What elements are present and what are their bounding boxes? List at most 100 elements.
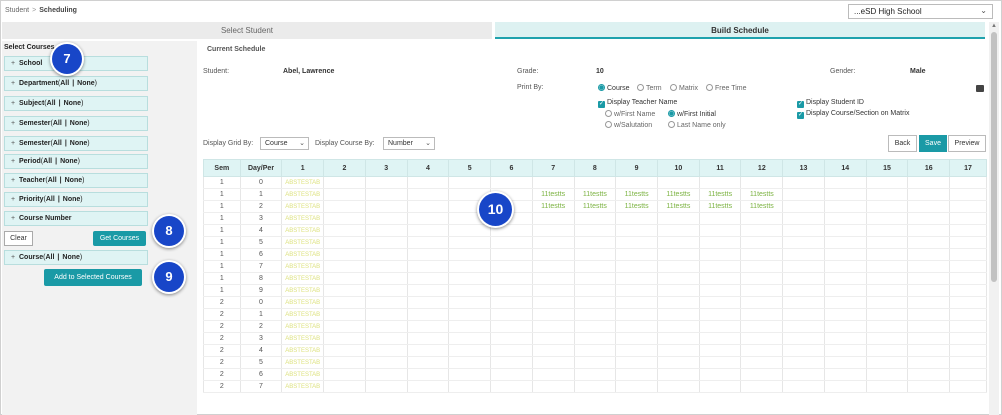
tab-build-schedule[interactable]: Build Schedule	[495, 22, 985, 39]
schedule-cell[interactable]	[782, 284, 825, 297]
schedule-cell[interactable]	[907, 368, 951, 381]
schedule-cell[interactable]	[323, 176, 366, 189]
schedule-cell[interactable]	[323, 260, 366, 273]
schedule-cell[interactable]	[448, 224, 492, 237]
schedule-cell[interactable]	[865, 368, 909, 381]
schedule-cell[interactable]	[615, 212, 658, 225]
schedule-cell[interactable]	[782, 320, 825, 333]
schedule-cell[interactable]	[782, 356, 825, 369]
schedule-cell[interactable]	[782, 236, 825, 249]
filter-all-option[interactable]: All	[46, 196, 55, 203]
schedule-cell[interactable]	[656, 284, 700, 297]
print-by-free-time-radio[interactable]: Free Time	[706, 84, 747, 92]
schedule-cell[interactable]	[364, 356, 408, 369]
teacher-last-name-only-radio[interactable]: Last Name only	[668, 121, 726, 129]
schedule-cell[interactable]: ABSTESTAB	[281, 248, 325, 261]
filter-all-option[interactable]: All	[47, 100, 56, 107]
filter-none-option[interactable]: None	[77, 80, 95, 87]
schedule-cell[interactable]	[448, 320, 492, 333]
filter-none-option[interactable]: None	[63, 196, 81, 203]
schedule-cell[interactable]	[949, 248, 987, 261]
schedule-cell[interactable]	[949, 188, 987, 201]
schedule-cell[interactable]	[615, 356, 658, 369]
schedule-cell[interactable]	[531, 296, 575, 309]
filter-none-option[interactable]: None	[62, 254, 80, 261]
schedule-cell[interactable]	[364, 308, 408, 321]
schedule-cell[interactable]	[949, 344, 987, 357]
schedule-cell[interactable]	[698, 368, 742, 381]
schedule-cell[interactable]	[490, 236, 533, 249]
schedule-cell[interactable]	[865, 344, 909, 357]
course-by-select[interactable]: Number ⌄	[383, 137, 435, 150]
schedule-cell[interactable]	[531, 236, 575, 249]
schedule-cell[interactable]	[698, 344, 742, 357]
save-button[interactable]: Save	[919, 135, 947, 152]
schedule-cell[interactable]	[949, 320, 987, 333]
schedule-cell[interactable]	[573, 236, 617, 249]
schedule-cell[interactable]	[615, 224, 658, 237]
schedule-cell[interactable]	[406, 356, 450, 369]
schedule-cell[interactable]	[656, 176, 700, 189]
schedule-cell[interactable]	[698, 356, 742, 369]
schedule-cell[interactable]	[740, 368, 784, 381]
schedule-cell[interactable]	[323, 284, 366, 297]
schedule-cell[interactable]	[531, 320, 575, 333]
schedule-cell[interactable]	[406, 236, 450, 249]
schedule-cell[interactable]: ABSTESTAB	[281, 200, 325, 213]
schedule-cell[interactable]	[364, 188, 408, 201]
schedule-cell[interactable]	[406, 320, 450, 333]
schedule-cell[interactable]	[949, 272, 987, 285]
schedule-cell[interactable]	[615, 248, 658, 261]
filter-semester[interactable]: + Semester(All | None)	[4, 136, 148, 151]
schedule-cell[interactable]	[323, 380, 366, 393]
schedule-cell[interactable]	[490, 272, 533, 285]
schedule-cell[interactable]	[406, 176, 450, 189]
schedule-cell[interactable]	[323, 356, 366, 369]
schedule-cell[interactable]	[448, 260, 492, 273]
schedule-cell[interactable]	[406, 368, 450, 381]
scrollbar-thumb[interactable]	[991, 32, 997, 282]
schedule-cell[interactable]	[323, 332, 366, 345]
schedule-cell[interactable]	[865, 320, 909, 333]
schedule-cell[interactable]	[907, 332, 951, 345]
schedule-cell[interactable]	[698, 380, 742, 393]
schedule-cell[interactable]	[949, 296, 987, 309]
schedule-cell[interactable]	[490, 344, 533, 357]
schedule-cell[interactable]	[323, 200, 366, 213]
schedule-cell[interactable]	[364, 320, 408, 333]
schedule-cell[interactable]	[531, 308, 575, 321]
schedule-cell[interactable]	[406, 260, 450, 273]
schedule-cell[interactable]	[406, 344, 450, 357]
schedule-cell[interactable]	[323, 308, 366, 321]
schedule-cell[interactable]	[949, 224, 987, 237]
schedule-cell[interactable]	[823, 212, 867, 225]
schedule-cell[interactable]	[448, 176, 492, 189]
schedule-cell[interactable]	[364, 272, 408, 285]
schedule-cell[interactable]	[698, 296, 742, 309]
schedule-cell[interactable]	[615, 344, 658, 357]
schedule-cell[interactable]	[490, 320, 533, 333]
schedule-cell[interactable]	[907, 188, 951, 201]
schedule-cell[interactable]	[573, 284, 617, 297]
schedule-cell[interactable]	[865, 200, 909, 213]
schedule-cell[interactable]	[490, 224, 533, 237]
schedule-cell[interactable]	[907, 236, 951, 249]
schedule-cell[interactable]	[782, 200, 825, 213]
schedule-cell[interactable]	[615, 260, 658, 273]
schedule-cell[interactable]	[949, 356, 987, 369]
teacher-first-initial-radio[interactable]: w/First Initial	[668, 110, 716, 118]
schedule-cell[interactable]: 11testts	[531, 200, 575, 213]
schedule-cell[interactable]	[490, 260, 533, 273]
schedule-cell[interactable]	[615, 380, 658, 393]
schedule-cell[interactable]	[656, 236, 700, 249]
schedule-cell[interactable]	[865, 284, 909, 297]
schedule-cell[interactable]	[698, 224, 742, 237]
filter-priority[interactable]: + Priority(All | None)	[4, 192, 148, 207]
add-to-selected-courses-button[interactable]: Add to Selected Courses	[44, 269, 142, 286]
schedule-cell[interactable]	[531, 272, 575, 285]
schedule-cell[interactable]	[406, 332, 450, 345]
schedule-cell[interactable]	[782, 380, 825, 393]
schedule-cell[interactable]	[656, 380, 700, 393]
scroll-up-icon[interactable]: ▲	[991, 23, 997, 29]
schedule-cell[interactable]	[698, 320, 742, 333]
